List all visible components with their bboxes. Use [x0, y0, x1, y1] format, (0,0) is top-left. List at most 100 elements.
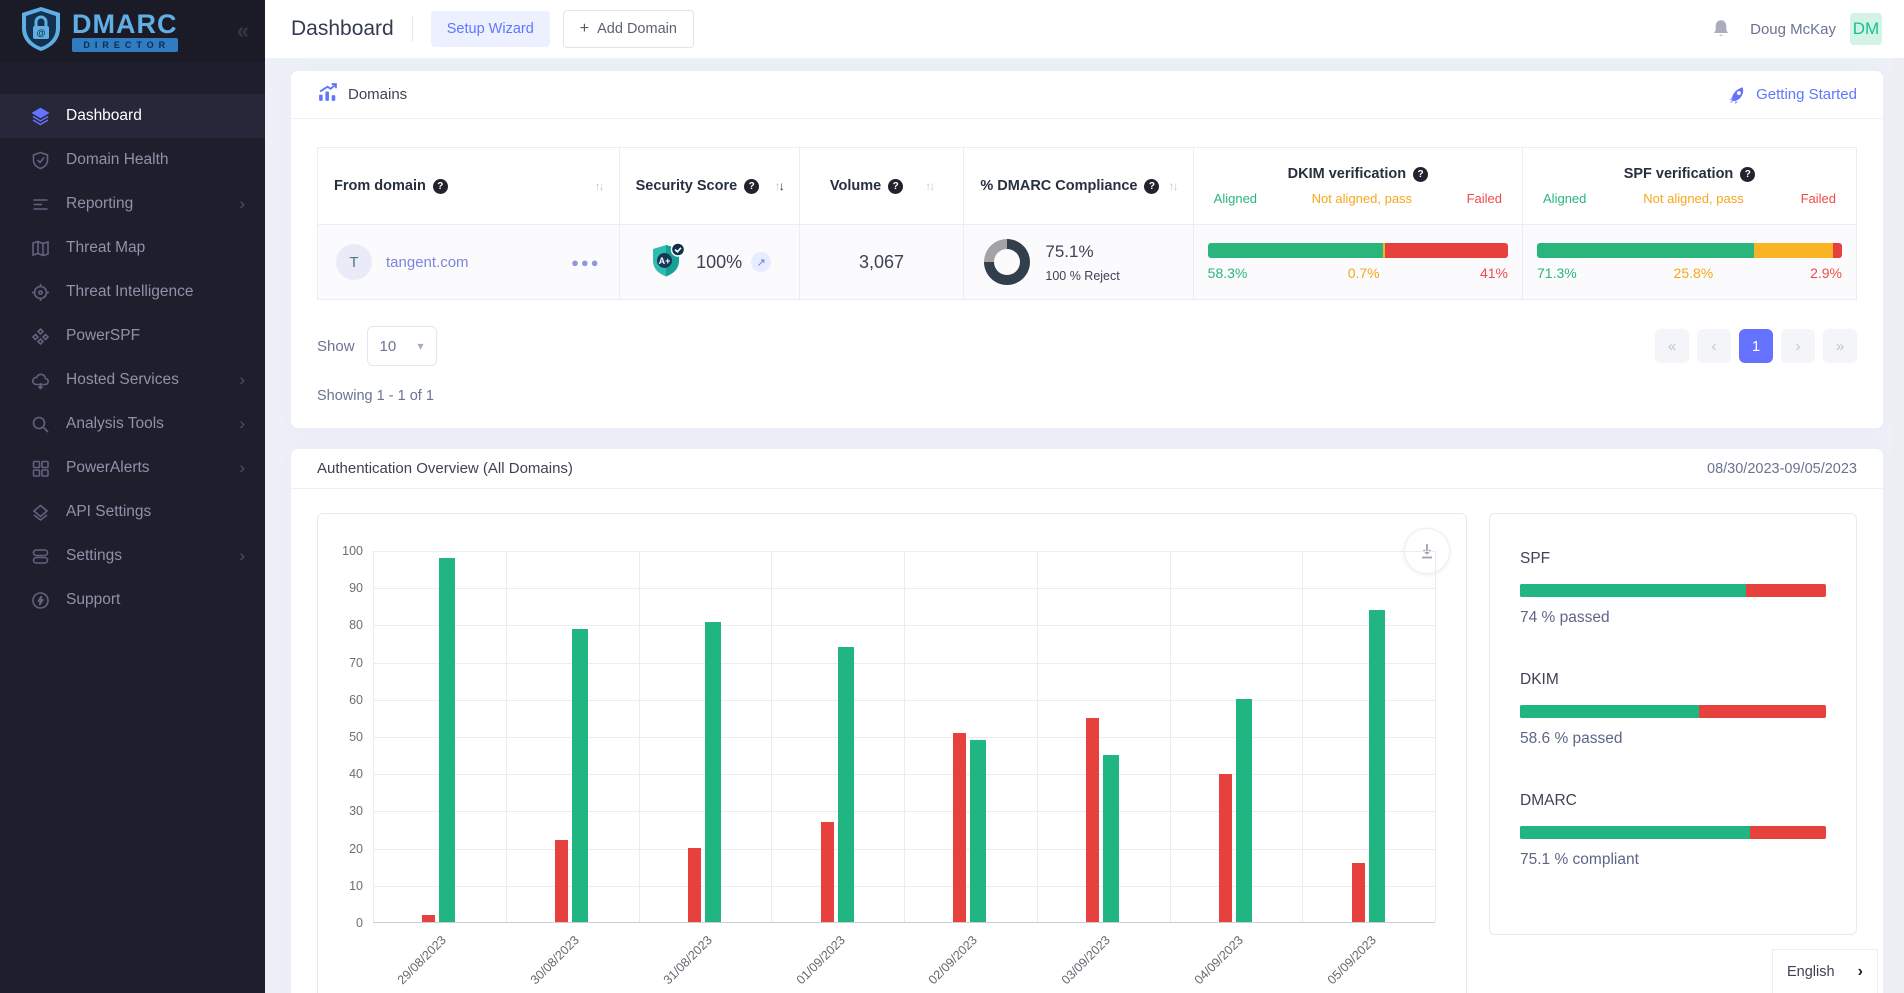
stat-label: SPF — [1520, 550, 1826, 568]
x-axis-label: 01/09/2023 — [764, 933, 847, 993]
header-dmarc-compliance-label: % DMARC Compliance — [980, 178, 1137, 194]
sidebar-item-analysis-tools[interactable]: Analysis Tools› — [0, 402, 265, 446]
pagination-prev-button[interactable]: ‹ — [1697, 329, 1731, 363]
sidebar-item-label: API Settings — [66, 503, 151, 521]
topbar-right: Doug McKay DM — [1710, 13, 1882, 45]
sidebar-item-label: Dashboard — [66, 107, 142, 125]
help-icon[interactable]: ? — [433, 179, 448, 194]
spf-failed-value: 2.9% — [1810, 265, 1842, 281]
header-dkim-verification: DKIM verification ? Aligned Not aligned,… — [1193, 148, 1522, 225]
brand-text: DMARC DIRECTOR — [72, 11, 178, 52]
help-icon[interactable]: ? — [1413, 167, 1428, 182]
chevron-right-icon: › — [239, 458, 245, 478]
sidebar-item-threat-intelligence[interactable]: Threat Intelligence — [0, 270, 265, 314]
sidebar-item-settings[interactable]: Settings› — [0, 534, 265, 578]
chart-bar — [821, 822, 834, 922]
header-security-score: Security Score ? ↑↓ — [619, 148, 799, 225]
sort-icon[interactable]: ↑↓ — [925, 179, 933, 193]
user-avatar[interactable]: DM — [1850, 13, 1882, 45]
domain-link[interactable]: tangent.com — [386, 254, 469, 271]
sidebar: @ DMARC DIRECTOR « Dashboard Domain Healt… — [0, 0, 265, 993]
y-axis-label: 0 — [323, 916, 363, 930]
date-range: 08/30/2023-09/05/2023 — [1707, 461, 1857, 477]
sidebar-item-domain-health[interactable]: Domain Health — [0, 138, 265, 182]
gridline — [1037, 551, 1038, 922]
spf-aligned-header: Aligned — [1543, 191, 1586, 206]
sidebar-item-threat-map[interactable]: Threat Map — [0, 226, 265, 270]
pagination-last-button[interactable]: » — [1823, 329, 1857, 363]
dkim-not-aligned-header: Not aligned, pass — [1312, 191, 1412, 206]
compliance-note: 100 % Reject — [1045, 269, 1119, 283]
chart-bar — [555, 840, 568, 922]
pagination-first-button[interactable]: « — [1655, 329, 1689, 363]
stat-dkim: DKIM 58.6 % passed — [1520, 671, 1826, 748]
sidebar-item-dashboard[interactable]: Dashboard — [0, 94, 265, 138]
pagination: « ‹ 1 › » — [1655, 329, 1857, 363]
help-icon[interactable]: ? — [1144, 179, 1159, 194]
stat-bar — [1520, 826, 1826, 839]
language-selector[interactable]: English › — [1772, 949, 1878, 993]
help-icon[interactable]: ? — [744, 179, 759, 194]
show-label: Show — [317, 338, 355, 355]
grid-icon — [30, 458, 50, 478]
language-label: English — [1787, 964, 1835, 980]
gridline — [771, 551, 772, 922]
stat-bar — [1520, 705, 1826, 718]
notifications-bell-icon[interactable] — [1710, 18, 1732, 40]
sort-icon[interactable]: ↑↓ — [1169, 179, 1177, 193]
sort-icon[interactable]: ↑↓ — [775, 179, 783, 193]
sidebar-item-support[interactable]: Support — [0, 578, 265, 622]
magnifier-icon — [30, 414, 50, 434]
setup-wizard-button[interactable]: Setup Wizard — [431, 11, 550, 47]
sort-icon[interactable]: ↑↓ — [595, 179, 603, 193]
help-icon[interactable]: ? — [888, 179, 903, 194]
svg-text:@: @ — [37, 28, 46, 38]
sidebar-item-hosted-services[interactable]: Hosted Services› — [0, 358, 265, 402]
sidebar-item-api-settings[interactable]: API Settings — [0, 490, 265, 534]
page-size-select[interactable]: 10 ▾ — [367, 326, 437, 366]
main-area: Dashboard Setup Wizard + Add Domain Doug… — [265, 0, 1904, 993]
header-volume: Volume ? ↑↓ — [799, 148, 964, 225]
sidebar-item-reporting[interactable]: Reporting› — [0, 182, 265, 226]
add-domain-button[interactable]: + Add Domain — [563, 10, 694, 48]
help-icon[interactable]: ? — [1740, 167, 1755, 182]
chart-bar — [422, 915, 435, 922]
score-detail-link-icon[interactable]: ↗ — [751, 252, 771, 272]
sidebar-item-powerspf[interactable]: PowerSPF — [0, 314, 265, 358]
compliance-donut — [984, 239, 1030, 285]
gridline — [1302, 551, 1303, 922]
gridline — [506, 551, 507, 922]
bar-segment — [1754, 243, 1833, 258]
sidebar-item-label: PowerAlerts — [66, 459, 150, 477]
chart-bar — [1219, 774, 1232, 922]
x-axis-label: 29/08/2023 — [366, 933, 449, 993]
cloud-icon — [30, 370, 50, 390]
row-actions-icon[interactable]: ●●● — [571, 255, 601, 270]
gridline — [639, 551, 640, 922]
scrollbar-track[interactable] — [1892, 58, 1904, 993]
domains-chart-icon — [317, 82, 338, 108]
sidebar-collapse-icon[interactable]: « — [237, 18, 249, 44]
gridline — [1170, 551, 1171, 922]
table-row: T tangent.com ●●● — [318, 225, 1857, 300]
chevron-down-icon: ▾ — [418, 339, 424, 353]
chevron-right-icon: › — [1858, 963, 1863, 981]
chart-bar — [1236, 699, 1252, 922]
pagination-next-button[interactable]: › — [1781, 329, 1815, 363]
y-axis-label: 90 — [323, 581, 363, 595]
chevron-right-icon: › — [239, 370, 245, 390]
pagination-page-button[interactable]: 1 — [1739, 329, 1773, 363]
chevron-right-icon: › — [239, 414, 245, 434]
spf-bar — [1537, 243, 1842, 258]
brand-subtitle: DIRECTOR — [72, 38, 178, 52]
target-icon — [30, 282, 50, 302]
sidebar-item-label: Threat Intelligence — [66, 283, 194, 301]
chart-bar — [705, 622, 721, 923]
spf-failed-header: Failed — [1801, 191, 1836, 206]
dkim-bar — [1208, 243, 1508, 258]
sidebar-item-label: Domain Health — [66, 151, 169, 169]
sidebar-item-poweralerts[interactable]: PowerAlerts › — [0, 446, 265, 490]
getting-started-link[interactable]: Getting Started — [1728, 85, 1857, 104]
header-spf-label: SPF verification — [1624, 166, 1734, 182]
domains-panel: Domains Getting Started — [291, 71, 1883, 428]
